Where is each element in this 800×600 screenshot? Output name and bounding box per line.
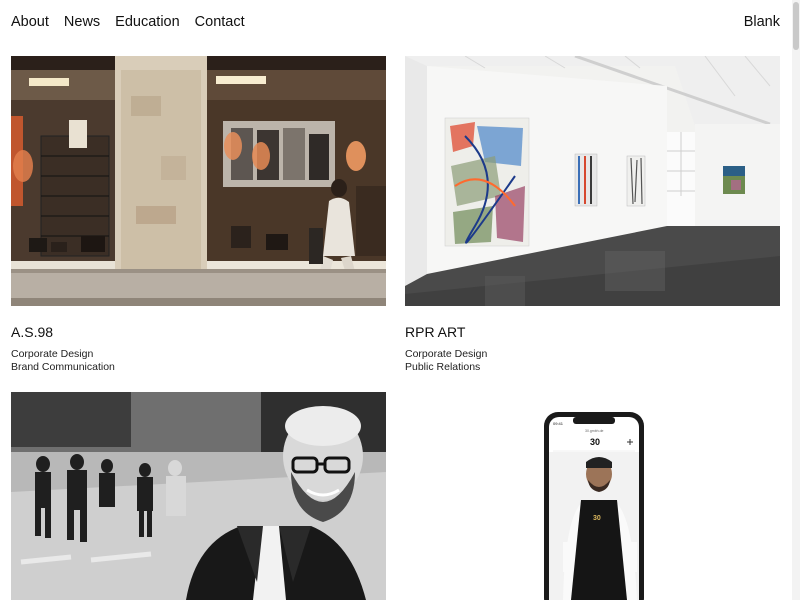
phone-logo: 30 [590, 437, 600, 447]
phone-url: 30.gmbh.de [585, 429, 604, 433]
shop-storefront-image [11, 56, 386, 306]
nav-about[interactable]: About [11, 14, 49, 30]
project-tags: Corporate Design Brand Communication [11, 348, 115, 374]
nav-news[interactable]: News [64, 14, 100, 30]
scrollbar[interactable] [792, 0, 800, 600]
nav-education[interactable]: Education [115, 14, 180, 30]
project-image-rpr-art[interactable] [405, 56, 780, 306]
project-tags: Corporate Design Public Relations [405, 348, 487, 374]
project-tag: Corporate Design [11, 348, 94, 360]
project-tag: Public Relations [405, 361, 481, 373]
project-image-as98[interactable] [11, 56, 386, 306]
project-image-phone[interactable]: 09:41 30.gmbh.de 30 30 [405, 392, 780, 600]
brand-link[interactable]: Blank [744, 14, 780, 30]
nav-contact[interactable]: Contact [195, 14, 245, 30]
phone-time: 09:41 [553, 421, 564, 426]
project-tag: Brand Communication [11, 361, 115, 373]
gallery-room-image [405, 56, 780, 306]
scrollbar-thumb[interactable] [793, 2, 799, 50]
main-nav: About News Education Contact [11, 14, 245, 30]
portrait-photo-image [11, 392, 386, 600]
phone-mockup-image: 09:41 30.gmbh.de 30 30 [544, 412, 644, 600]
project-tag: Corporate Design [405, 348, 488, 360]
project-image-portrait[interactable] [11, 392, 386, 600]
apron-logo: 30 [593, 515, 601, 522]
project-title[interactable]: A.S.98 [11, 324, 53, 340]
project-title[interactable]: RPR ART [405, 324, 465, 340]
